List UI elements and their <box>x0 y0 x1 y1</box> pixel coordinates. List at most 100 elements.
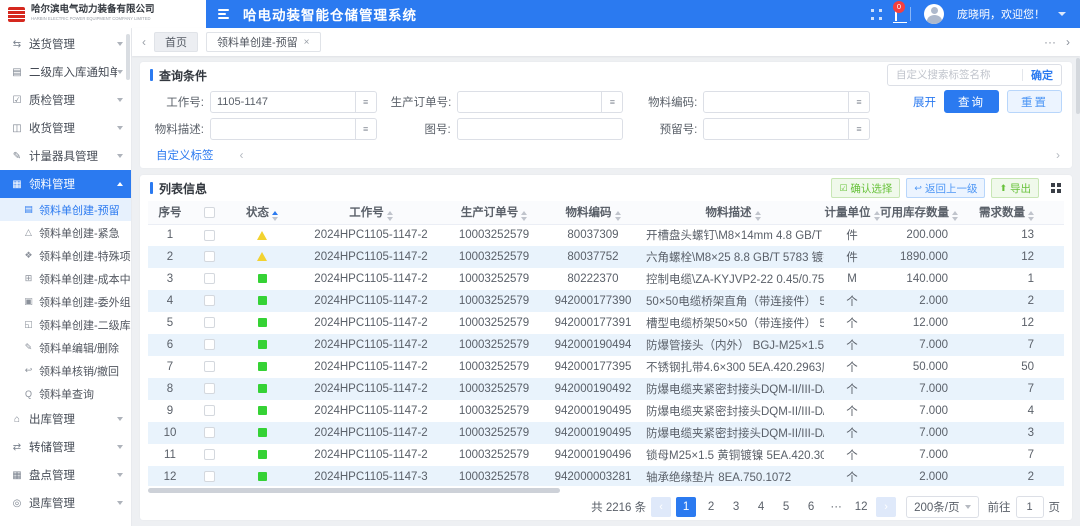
sort-icon[interactable] <box>521 211 527 221</box>
table-row[interactable]: 72024HPC1105-1147-2100032525799420001773… <box>148 356 1064 378</box>
search-button[interactable]: 查询 <box>944 90 999 113</box>
row-checkbox[interactable] <box>204 405 215 416</box>
col-unit[interactable]: 计量单位 <box>824 201 880 224</box>
row-checkbox[interactable] <box>204 383 215 394</box>
table-row[interactable]: 112024HPC1105-1147-210003252579942000190… <box>148 444 1064 466</box>
sidebar-item-material-requisition[interactable]: ▦ 领料管理 <box>0 170 131 198</box>
select-all-checkbox[interactable] <box>204 207 215 218</box>
sidebar-subitem-create-urgent[interactable]: △ 领料单创建-紧急 <box>0 221 131 244</box>
user-avatar[interactable] <box>924 4 944 24</box>
tab-requisition-create-reserve[interactable]: 领料单创建-预留 × <box>206 32 321 52</box>
tags-prev-icon[interactable]: ‹ <box>240 148 244 162</box>
col-order-no[interactable]: 生产订单号 <box>444 201 544 224</box>
sidebar-subitem-query[interactable]: Q 领料单查询 <box>0 382 131 405</box>
sort-icon[interactable] <box>615 211 621 221</box>
sidebar-scrollbar[interactable] <box>126 34 130 80</box>
page-button[interactable]: 4 <box>751 497 771 517</box>
table-row[interactable]: 32024HPC1105-1147-21000325257980222370控制… <box>148 268 1064 290</box>
table-row[interactable]: 62024HPC1105-1147-2100032525799420001904… <box>148 334 1064 356</box>
row-checkbox[interactable] <box>204 339 215 350</box>
sidebar-subitem-writeoff-withdraw[interactable]: ↩ 领料单核销/撤回 <box>0 359 131 382</box>
sidebar-subitem-create-cost-center[interactable]: ⊞ 领料单创建-成本中心 <box>0 267 131 290</box>
prev-page-button[interactable]: ‹ <box>651 497 671 517</box>
page-button[interactable]: 6 <box>801 497 821 517</box>
table-row[interactable]: 122024HPC1105-1147-310003252578942000003… <box>148 466 1064 486</box>
window-scrollbar[interactable] <box>1075 28 1080 526</box>
sort-icon[interactable] <box>952 211 958 221</box>
next-page-button[interactable]: › <box>876 497 896 517</box>
custom-tag-link[interactable]: 自定义标签 <box>156 147 214 163</box>
col-material-code[interactable]: 物料编码 <box>544 201 642 224</box>
sort-icon[interactable] <box>272 211 278 221</box>
notification-bell-icon[interactable]: 0 <box>895 7 897 21</box>
table-row[interactable]: 92024HPC1105-1147-2100032525799420001904… <box>148 400 1064 422</box>
sidebar-item-quality-check[interactable]: ☑ 质检管理 <box>0 86 131 114</box>
export-button[interactable]: ⬆导出 <box>991 178 1039 198</box>
table-row[interactable]: 42024HPC1105-1147-2100032525799420001773… <box>148 290 1064 312</box>
batch-input-icon[interactable]: ≡ <box>356 118 377 140</box>
reserve-no-input[interactable] <box>703 118 849 140</box>
batch-input-icon[interactable]: ≡ <box>356 91 377 113</box>
tags-next-icon[interactable]: › <box>1056 148 1060 162</box>
page-button[interactable]: 3 <box>726 497 746 517</box>
material-desc-input[interactable] <box>210 118 356 140</box>
sidebar-subitem-create-special-project[interactable]: ❖ 领料单创建-特殊项目 <box>0 244 131 267</box>
page-button[interactable]: 5 <box>776 497 796 517</box>
col-material-desc[interactable]: 物料描述 <box>642 201 824 224</box>
sidebar-subitem-edit-delete[interactable]: ✎ 领料单编辑/删除 <box>0 336 131 359</box>
menu-collapse-icon[interactable] <box>218 9 229 19</box>
confirm-button[interactable]: 确定 <box>1031 67 1053 83</box>
sidebar-subitem-create-outsourced[interactable]: ▣ 领料单创建-委外组件 <box>0 290 131 313</box>
batch-input-icon[interactable]: ≡ <box>602 91 623 113</box>
sidebar-subitem-create-l2-warehouse[interactable]: ◱ 领料单创建-二级库 <box>0 313 131 336</box>
sidebar-item-delivery[interactable]: ⇆ 送货管理 <box>0 30 131 58</box>
page-button[interactable]: 1 <box>676 497 696 517</box>
row-checkbox[interactable] <box>204 449 215 460</box>
sidebar-item-measuring-tools[interactable]: ✎ 计量器具管理 <box>0 142 131 170</box>
sidebar-item-transfer[interactable]: ⇄ 转储管理 <box>0 433 131 461</box>
table-row[interactable]: 82024HPC1105-1147-2100032525799420001904… <box>148 378 1064 400</box>
row-checkbox[interactable] <box>204 317 215 328</box>
production-order-input[interactable] <box>457 91 603 113</box>
sort-icon[interactable] <box>755 211 761 221</box>
table-row[interactable]: 102024HPC1105-1147-210003252579942000190… <box>148 422 1064 444</box>
table-horizontal-scrollbar[interactable] <box>148 487 1064 494</box>
col-stock-qty[interactable]: 可用库存数量 <box>880 201 978 224</box>
sidebar-item-stocktake[interactable]: ▦ 盘点管理 <box>0 461 131 489</box>
close-icon[interactable]: × <box>304 37 310 48</box>
tabs-more-icon[interactable]: ··· <box>1044 35 1056 49</box>
reset-button[interactable]: 重置 <box>1007 90 1062 113</box>
table-row[interactable]: 52024HPC1105-1147-2100032525799420001773… <box>148 312 1064 334</box>
page-button[interactable]: 12 <box>851 497 871 517</box>
goto-page-input[interactable] <box>1016 496 1044 518</box>
job-no-input[interactable] <box>210 91 356 113</box>
material-code-input[interactable] <box>703 91 849 113</box>
tabs-back-icon[interactable]: ‹ <box>142 35 146 49</box>
batch-input-icon[interactable]: ≡ <box>849 118 870 140</box>
sidebar-item-outbound[interactable]: ⌂ 出库管理 <box>0 405 131 433</box>
row-checkbox[interactable] <box>204 361 215 372</box>
sidebar-item-receiving[interactable]: ◫ 收货管理 <box>0 114 131 142</box>
column-settings-icon[interactable] <box>1051 183 1062 194</box>
sidebar-item-return[interactable]: ◎ 退库管理 <box>0 489 131 517</box>
row-checkbox[interactable] <box>204 427 215 438</box>
confirm-select-button[interactable]: ☑确认选择 <box>831 178 900 198</box>
col-seq[interactable]: 序号 <box>148 201 192 224</box>
apps-grid-icon[interactable] <box>871 9 882 20</box>
row-checkbox[interactable] <box>204 273 215 284</box>
row-checkbox[interactable] <box>204 295 215 306</box>
col-job-no[interactable]: 工作号 <box>298 201 444 224</box>
col-demand-qty[interactable]: 需求数量 <box>978 201 1064 224</box>
page-ellipsis[interactable]: ··· <box>826 497 846 517</box>
expand-link[interactable]: 展开 <box>913 94 936 110</box>
page-button[interactable]: 2 <box>701 497 721 517</box>
custom-tag-name-input[interactable] <box>896 69 1014 81</box>
batch-input-icon[interactable]: ≡ <box>849 91 870 113</box>
table-row[interactable]: 12024HPC1105-1147-21000325257980037309开槽… <box>148 224 1064 246</box>
tabs-forward-icon[interactable]: › <box>1066 35 1070 49</box>
sort-icon[interactable] <box>874 211 880 221</box>
row-checkbox[interactable] <box>204 251 215 262</box>
user-menu-chevron-icon[interactable] <box>1058 12 1066 16</box>
row-checkbox[interactable] <box>204 230 215 241</box>
sort-icon[interactable] <box>387 211 393 221</box>
